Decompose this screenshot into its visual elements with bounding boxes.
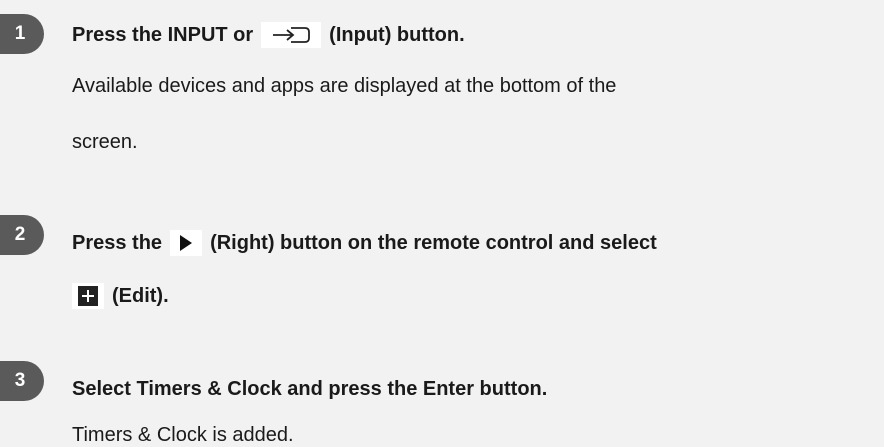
step-title-line-2: (Edit). — [64, 283, 169, 309]
step-number: 1 — [14, 23, 26, 44]
step-number-badge: 1 — [0, 14, 44, 54]
step-number-badge: 3 — [0, 361, 44, 401]
step-title-text: Press the — [72, 232, 163, 254]
step-title-text-end: (Right) button on the remote control and… — [210, 232, 657, 254]
step-title-text-end: (Input) button. — [329, 24, 465, 46]
step-title-text-edit: (Edit). — [112, 285, 169, 307]
edit-plus-icon — [72, 283, 104, 309]
step-title: Select Timers & Clock and press the Ente… — [72, 378, 548, 400]
step-title-text: Press the INPUT or — [72, 24, 254, 46]
step-title-line-1: Press the (Right) button on the remote c… — [72, 230, 657, 256]
step-number-badge: 2 — [0, 215, 44, 255]
step-description-line-2: screen. — [72, 131, 138, 153]
step-description: Timers & Clock is added. — [72, 424, 294, 446]
step-number: 3 — [14, 370, 26, 391]
right-triangle-icon — [170, 230, 203, 256]
step-title: Press the INPUT or (Input) button. — [72, 22, 465, 48]
step-description-line-1: Available devices and apps are displayed… — [72, 75, 617, 97]
step-number: 2 — [14, 224, 26, 245]
input-icon — [261, 22, 322, 48]
